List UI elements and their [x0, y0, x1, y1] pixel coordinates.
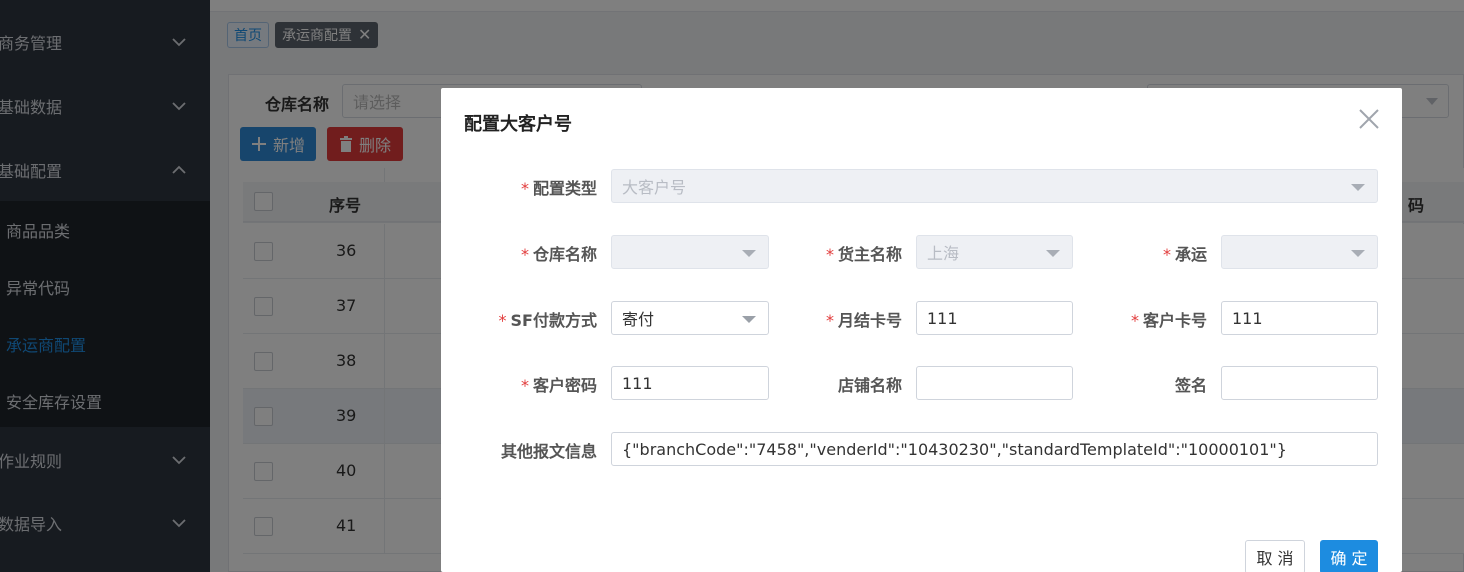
signature-input[interactable]	[1221, 366, 1378, 400]
confirm-button[interactable]: 确 定	[1320, 540, 1378, 572]
carrier-select[interactable]	[1221, 235, 1378, 269]
required-icon: *	[498, 311, 507, 330]
required-icon: *	[520, 179, 529, 198]
config-type-select[interactable]: 大客户号	[611, 169, 1378, 203]
cancel-button[interactable]: 取 消	[1245, 540, 1305, 572]
signature-label: 签名	[1091, 372, 1207, 396]
owner-select[interactable]: 上海	[916, 235, 1073, 269]
confirm-button-label: 确 定	[1330, 549, 1368, 568]
carrier-label-text: 承运	[1174, 245, 1207, 264]
warehouse-label-text: 仓库名称	[532, 245, 597, 264]
carrier-label: * 承运	[1091, 241, 1207, 265]
shop-name-label: 店铺名称	[786, 372, 902, 396]
sf-payment-select[interactable]: 寄付	[611, 301, 769, 335]
customer-card-value: 111	[1232, 308, 1263, 328]
other-message-value: {"branchCode":"7458","venderId":"1043023…	[622, 439, 1287, 459]
sf-payment-label-text: SF付款方式	[510, 311, 597, 330]
required-icon: *	[825, 245, 834, 264]
config-type-value: 大客户号	[622, 178, 687, 197]
sf-payment-label: * SF付款方式	[461, 307, 597, 331]
customer-card-input[interactable]: 111	[1221, 301, 1378, 335]
warehouse-select[interactable]	[611, 235, 769, 269]
customer-password-label: * 客户密码	[481, 372, 597, 396]
sf-payment-value: 寄付	[622, 310, 655, 329]
owner-label: * 货主名称	[786, 241, 902, 265]
required-icon: *	[825, 311, 834, 330]
config-type-label: * 配置类型	[481, 175, 597, 199]
customer-card-label-text: 客户卡号	[1142, 311, 1207, 330]
monthly-card-input[interactable]: 111	[916, 301, 1073, 335]
required-icon: *	[1130, 311, 1139, 330]
caret-down-icon	[1351, 250, 1365, 257]
close-icon[interactable]	[1358, 108, 1380, 130]
shop-name-input[interactable]	[916, 366, 1073, 400]
required-icon: *	[520, 245, 529, 264]
owner-label-text: 货主名称	[837, 245, 902, 264]
monthly-card-value: 111	[927, 308, 958, 328]
caret-down-icon	[742, 316, 756, 323]
other-message-input[interactable]: {"branchCode":"7458","venderId":"1043023…	[611, 432, 1378, 466]
caret-down-icon	[1046, 250, 1060, 257]
required-icon: *	[520, 376, 529, 395]
monthly-card-label: * 月结卡号	[786, 307, 902, 331]
dialog-title: 配置大客户号	[464, 114, 572, 135]
customer-password-input[interactable]: 111	[611, 366, 769, 400]
customer-password-value: 111	[622, 373, 653, 393]
other-message-label: 其他报文信息	[461, 438, 597, 462]
caret-down-icon	[742, 250, 756, 257]
customer-password-label-text: 客户密码	[532, 376, 597, 395]
warehouse-label: * 仓库名称	[481, 241, 597, 265]
customer-card-label: * 客户卡号	[1091, 307, 1207, 331]
shop-name-label-text: 店铺名称	[837, 376, 902, 395]
other-message-label-text: 其他报文信息	[500, 442, 597, 461]
signature-label-text: 签名	[1174, 376, 1207, 395]
config-dialog: 配置大客户号 * 配置类型 大客户号 * 仓库名称 * 货主名称 上海 * 承运 * SF…	[441, 88, 1402, 572]
caret-down-icon	[1351, 184, 1365, 191]
config-type-label-text: 配置类型	[532, 179, 597, 198]
owner-value: 上海	[927, 244, 960, 263]
cancel-button-label: 取 消	[1256, 549, 1294, 568]
monthly-card-label-text: 月结卡号	[837, 311, 902, 330]
required-icon: *	[1162, 245, 1171, 264]
